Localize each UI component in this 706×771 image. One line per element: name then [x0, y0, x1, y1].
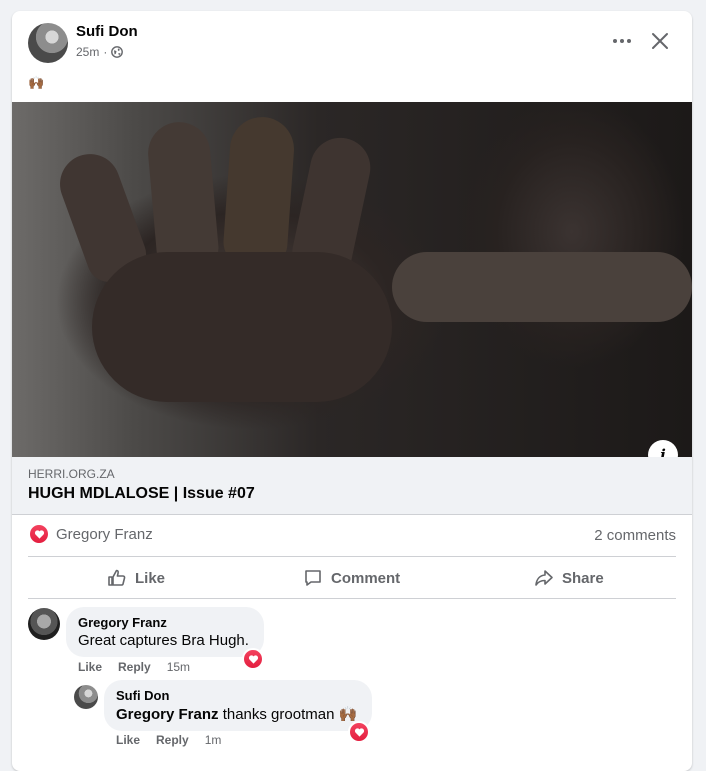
more-icon — [613, 39, 631, 43]
reply-emoji: 🙌🏾 — [338, 706, 358, 723]
comment-love-reaction[interactable] — [242, 648, 264, 670]
post-body-text: 🙌🏾 — [28, 75, 45, 90]
reply-like-button[interactable]: Like — [116, 733, 140, 747]
link-preview[interactable]: HERRI.ORG.ZA HUGH MDLALOSE | Issue #07 — [12, 457, 692, 515]
link-domain: HERRI.ORG.ZA — [28, 467, 115, 481]
post-author-name[interactable]: Sufi Don — [76, 23, 138, 40]
comment-reply-button[interactable]: Reply — [118, 660, 151, 674]
heart-icon — [248, 654, 258, 664]
post-meta: 25m · — [76, 45, 124, 59]
reactions-summary[interactable]: Gregory Franz — [28, 523, 153, 545]
post-photo[interactable] — [12, 102, 692, 457]
share-label: Share — [562, 569, 604, 587]
comment-label: Comment — [331, 569, 401, 587]
comment-author[interactable]: Gregory Franz — [78, 615, 252, 630]
reply-mention[interactable]: Gregory Franz — [116, 706, 219, 723]
share-icon — [535, 570, 553, 586]
comment-time[interactable]: 15m — [167, 660, 190, 674]
comments-count[interactable]: 2 comments — [594, 527, 676, 544]
more-options-button[interactable] — [608, 29, 636, 53]
comment-text: Great captures Bra Hugh. — [78, 632, 249, 649]
meta-separator: · — [103, 45, 108, 59]
reaction-names[interactable]: Gregory Franz — [56, 526, 153, 543]
reply-bubble: Sufi Don Gregory Franz thanks grootman 🙌… — [104, 680, 372, 731]
divider — [28, 598, 676, 599]
commenter-avatar[interactable] — [28, 608, 60, 640]
divider — [28, 556, 676, 557]
like-label: Like — [135, 569, 166, 587]
globe-icon — [111, 46, 124, 58]
heart-icon — [354, 727, 364, 737]
comment-bubble: Gregory Franz Great captures Bra Hugh. — [66, 607, 264, 657]
post-card: Sufi Don 25m · 🙌🏾 i HERRI.ORG.ZA HUGH MD… — [12, 11, 692, 771]
comment-actions: Like Reply 15m — [78, 660, 190, 674]
like-button[interactable]: Like — [107, 567, 165, 589]
comment-button[interactable]: Comment — [303, 567, 400, 589]
love-reaction-badge — [28, 523, 50, 545]
reply-text: Gregory Franz thanks grootman 🙌🏾 — [116, 705, 360, 723]
close-button[interactable] — [646, 27, 674, 55]
post-time[interactable]: 25m — [76, 45, 99, 59]
link-title[interactable]: HUGH MDLALOSE | Issue #07 — [28, 485, 255, 503]
reply-actions: Like Reply 1m — [116, 733, 221, 747]
like-icon — [108, 569, 126, 586]
comment-icon — [305, 570, 321, 586]
reply-author[interactable]: Sufi Don — [116, 688, 360, 703]
reply-time[interactable]: 1m — [205, 733, 222, 747]
reply-author-avatar[interactable] — [74, 685, 98, 709]
reply-body: thanks grootman — [218, 706, 339, 723]
heart-icon — [34, 529, 44, 539]
close-icon — [652, 33, 668, 49]
comment-like-button[interactable]: Like — [78, 660, 102, 674]
reply-love-reaction[interactable] — [348, 721, 370, 743]
share-button[interactable]: Share — [534, 567, 604, 589]
reply-reply-button[interactable]: Reply — [156, 733, 189, 747]
author-avatar[interactable] — [28, 23, 68, 63]
